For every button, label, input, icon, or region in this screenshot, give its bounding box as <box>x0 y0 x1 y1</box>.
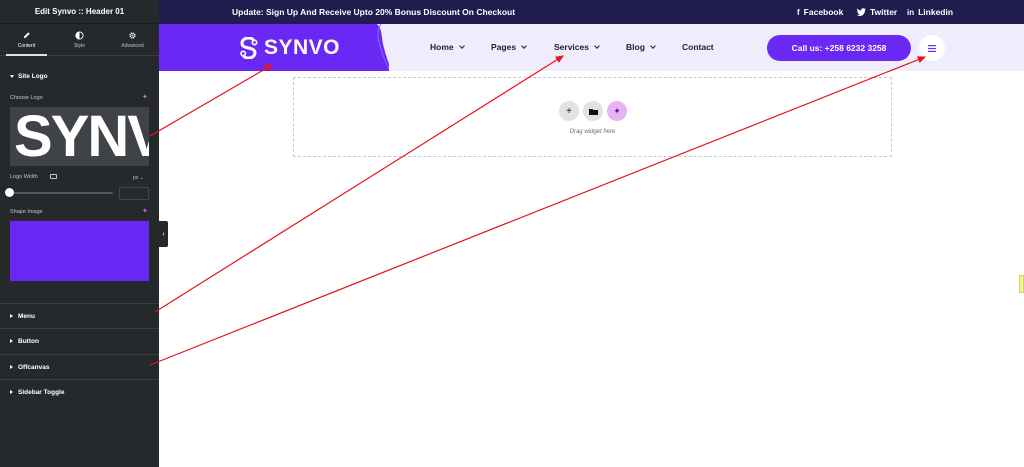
ai-sparkle-icon: ✦ <box>613 105 621 116</box>
offcanvas-toggle-button[interactable] <box>919 35 945 61</box>
tab-style[interactable]: Style <box>53 24 106 55</box>
section-site-logo-label: Site Logo <box>18 72 48 80</box>
accordion-offcanvas-label: Offcanvas <box>18 363 50 371</box>
unit-select-value: px <box>133 175 139 181</box>
accordion-sidebar-toggle[interactable]: Sidebar Toggle <box>0 379 159 404</box>
shape-image-picker[interactable] <box>10 221 149 281</box>
editor-window: Edit Synvo :: Header 01 Content Style Ad… <box>0 0 1024 467</box>
pencil-icon <box>23 31 30 38</box>
widget-drop-zone[interactable]: + ✦ Drag widget here <box>293 77 892 157</box>
twitter-label: Twitter <box>870 7 898 17</box>
nav-blog-label: Blog <box>626 42 645 52</box>
panel-collapse-button[interactable]: ‹ <box>159 221 168 247</box>
chevron-left-icon: ‹ <box>162 230 165 238</box>
tab-content-label: Content <box>17 42 36 49</box>
drop-zone-hint: Drag widget here <box>569 129 616 135</box>
accordion-menu[interactable]: Menu <box>0 303 159 328</box>
linkedin-label: Linkedin <box>918 7 954 17</box>
caret-right-icon <box>10 339 13 343</box>
add-section-button[interactable]: + <box>559 101 579 121</box>
caret-right-icon <box>10 314 13 318</box>
nav-services[interactable]: Services <box>554 42 600 52</box>
arrow-to-logo <box>149 64 274 137</box>
site-logo[interactable]: SYNVO <box>239 36 340 60</box>
facebook-icon: f <box>797 7 800 17</box>
linkedin-icon: in <box>907 7 915 17</box>
section-site-logo[interactable]: Site Logo <box>0 65 58 87</box>
twitter-link[interactable]: Twitter <box>857 7 897 17</box>
gear-icon <box>129 31 136 39</box>
ai-sparkle-icon[interactable]: ✦ <box>142 208 149 215</box>
synvo-logo-icon <box>240 37 258 59</box>
responsive-desktop-icon[interactable] <box>50 174 57 179</box>
nav-contact[interactable]: Contact <box>682 42 714 52</box>
site-topbar: Update: Sign Up And Receive Upto 20% Bon… <box>159 0 1024 24</box>
tab-style-label: Style <box>73 42 86 49</box>
add-template-button[interactable] <box>583 101 603 121</box>
nav-home-label: Home <box>430 42 454 52</box>
caret-right-icon <box>10 365 13 369</box>
plus-icon: + <box>566 105 572 117</box>
edge-tab[interactable] <box>1019 275 1024 293</box>
linkedin-link[interactable]: in Linkedin <box>907 7 953 17</box>
site-header: SYNVO Home Pages Services Blog Contact C… <box>159 24 1024 71</box>
folder-icon <box>588 108 598 115</box>
facebook-link[interactable]: f Facebook <box>797 7 843 17</box>
nav-pages-label: Pages <box>491 42 517 52</box>
accordion-offcanvas[interactable]: Offcanvas <box>0 354 159 379</box>
unit-select[interactable]: px ⌄ <box>133 175 144 181</box>
ai-generate-button[interactable]: ✦ <box>607 101 627 121</box>
choose-logo-label: Choose Logo <box>10 95 43 101</box>
topbar-announcement: Update: Sign Up And Receive Upto 20% Bon… <box>232 7 516 17</box>
nav-services-label: Services <box>554 42 589 52</box>
facebook-label: Facebook <box>803 7 844 17</box>
tab-advanced-label: Advanced <box>121 42 144 49</box>
nav-blog[interactable]: Blog <box>626 42 656 52</box>
chevron-down-icon <box>650 42 656 49</box>
editor-panel: Edit Synvo :: Header 01 Content Style Ad… <box>0 0 159 467</box>
nav-home[interactable]: Home <box>430 42 465 52</box>
site-logo-text: SYNVO <box>264 36 341 59</box>
accordion-button[interactable]: Button <box>0 328 159 353</box>
tab-content[interactable]: Content <box>0 24 53 56</box>
accordion-menu-label: Menu <box>18 312 35 320</box>
nav-contact-label: Contact <box>682 42 714 52</box>
caret-right-icon <box>10 390 13 394</box>
half-circle-icon <box>75 30 84 40</box>
call-us-label: Call us: +258 6232 3258 <box>791 43 887 53</box>
twitter-icon <box>857 8 866 16</box>
hamburger-icon <box>928 44 936 52</box>
logo-preview-text: SYNV <box>14 107 149 166</box>
chevron-down-icon <box>458 42 465 49</box>
panel-title: Edit Synvo :: Header 01 <box>0 0 159 24</box>
chevron-down-icon <box>594 42 600 49</box>
panel-tabs: Content Style Advanced <box>0 24 159 56</box>
tab-advanced[interactable]: Advanced <box>106 24 159 55</box>
shape-image-label: Shape Image <box>10 209 43 215</box>
logo-width-slider-handle[interactable] <box>5 188 14 197</box>
ai-sparkle-icon[interactable]: ✦ <box>142 94 149 101</box>
logo-width-slider-track[interactable] <box>10 192 113 194</box>
accordion-button-label: Button <box>18 337 39 345</box>
caret-down-icon <box>10 74 14 78</box>
logo-image-picker[interactable]: SYNV <box>10 107 149 166</box>
accordion-sidebar-toggle-label: Sidebar Toggle <box>18 388 65 396</box>
logo-width-label: Logo Width <box>10 174 38 180</box>
logo-width-input[interactable] <box>119 187 149 200</box>
chevron-down-icon <box>521 42 527 49</box>
nav-pages[interactable]: Pages <box>491 42 527 52</box>
call-us-button[interactable]: Call us: +258 6232 3258 <box>767 35 911 61</box>
